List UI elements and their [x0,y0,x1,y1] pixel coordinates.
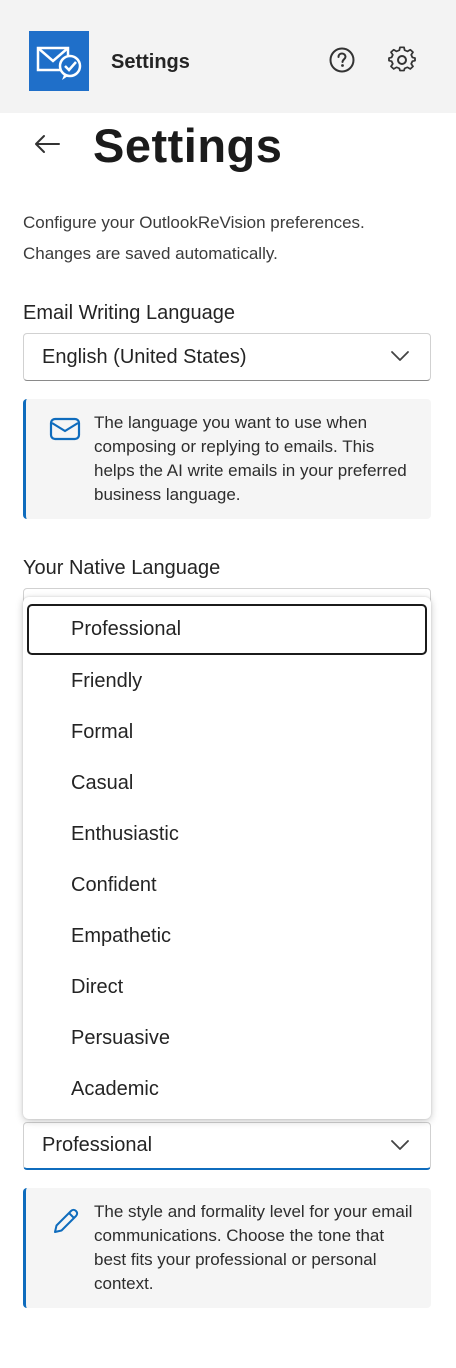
chevron-down-icon [391,351,409,361]
pencil-icon [54,1208,79,1233]
chevron-down-icon [391,1140,409,1150]
tone-dropdown-listbox: Professional Friendly Formal Casual Enth… [23,597,431,1119]
email-language-value: English (United States) [42,345,247,368]
tone-info-text: The style and formality level for your e… [94,1202,413,1293]
app-name: Settings [111,51,190,73]
tone-option-formal[interactable]: Formal [27,707,427,758]
email-language-label: Email Writing Language [23,302,235,324]
help-circle-icon [329,47,355,73]
tone-option-friendly[interactable]: Friendly [27,656,427,707]
tone-value: Professional [42,1134,153,1156]
gear-icon [388,46,416,72]
page-title: Settings [93,119,283,172]
tone-option-direct[interactable]: Direct [27,962,427,1013]
email-language-info-text: The language you want to use when compos… [94,413,407,504]
app-header: Settings [0,0,456,113]
tone-info: The style and formality level for your e… [23,1188,431,1308]
tone-option-academic[interactable]: Academic [27,1064,427,1115]
tone-option-confident[interactable]: Confident [27,860,427,911]
tone-select[interactable]: Professional [23,1122,431,1170]
help-button[interactable] [326,44,358,76]
tone-option-casual[interactable]: Casual [27,758,427,809]
tone-option-professional[interactable]: Professional [27,604,427,655]
settings-button[interactable] [386,44,418,76]
email-language-info: The language you want to use when compos… [23,399,431,519]
tone-option-empathetic[interactable]: Empathetic [27,911,427,962]
tone-option-enthusiastic[interactable]: Enthusiastic [27,809,427,860]
page-description: Configure your OutlookReVision preferenc… [23,213,365,263]
tone-option-persuasive[interactable]: Persuasive [27,1013,427,1064]
arrow-left-icon [35,135,60,153]
email-language-select[interactable]: English (United States) [23,333,431,381]
mail-check-icon [29,31,89,91]
native-language-label: Your Native Language [23,557,221,579]
back-button[interactable] [30,127,64,161]
mail-icon [49,417,81,441]
